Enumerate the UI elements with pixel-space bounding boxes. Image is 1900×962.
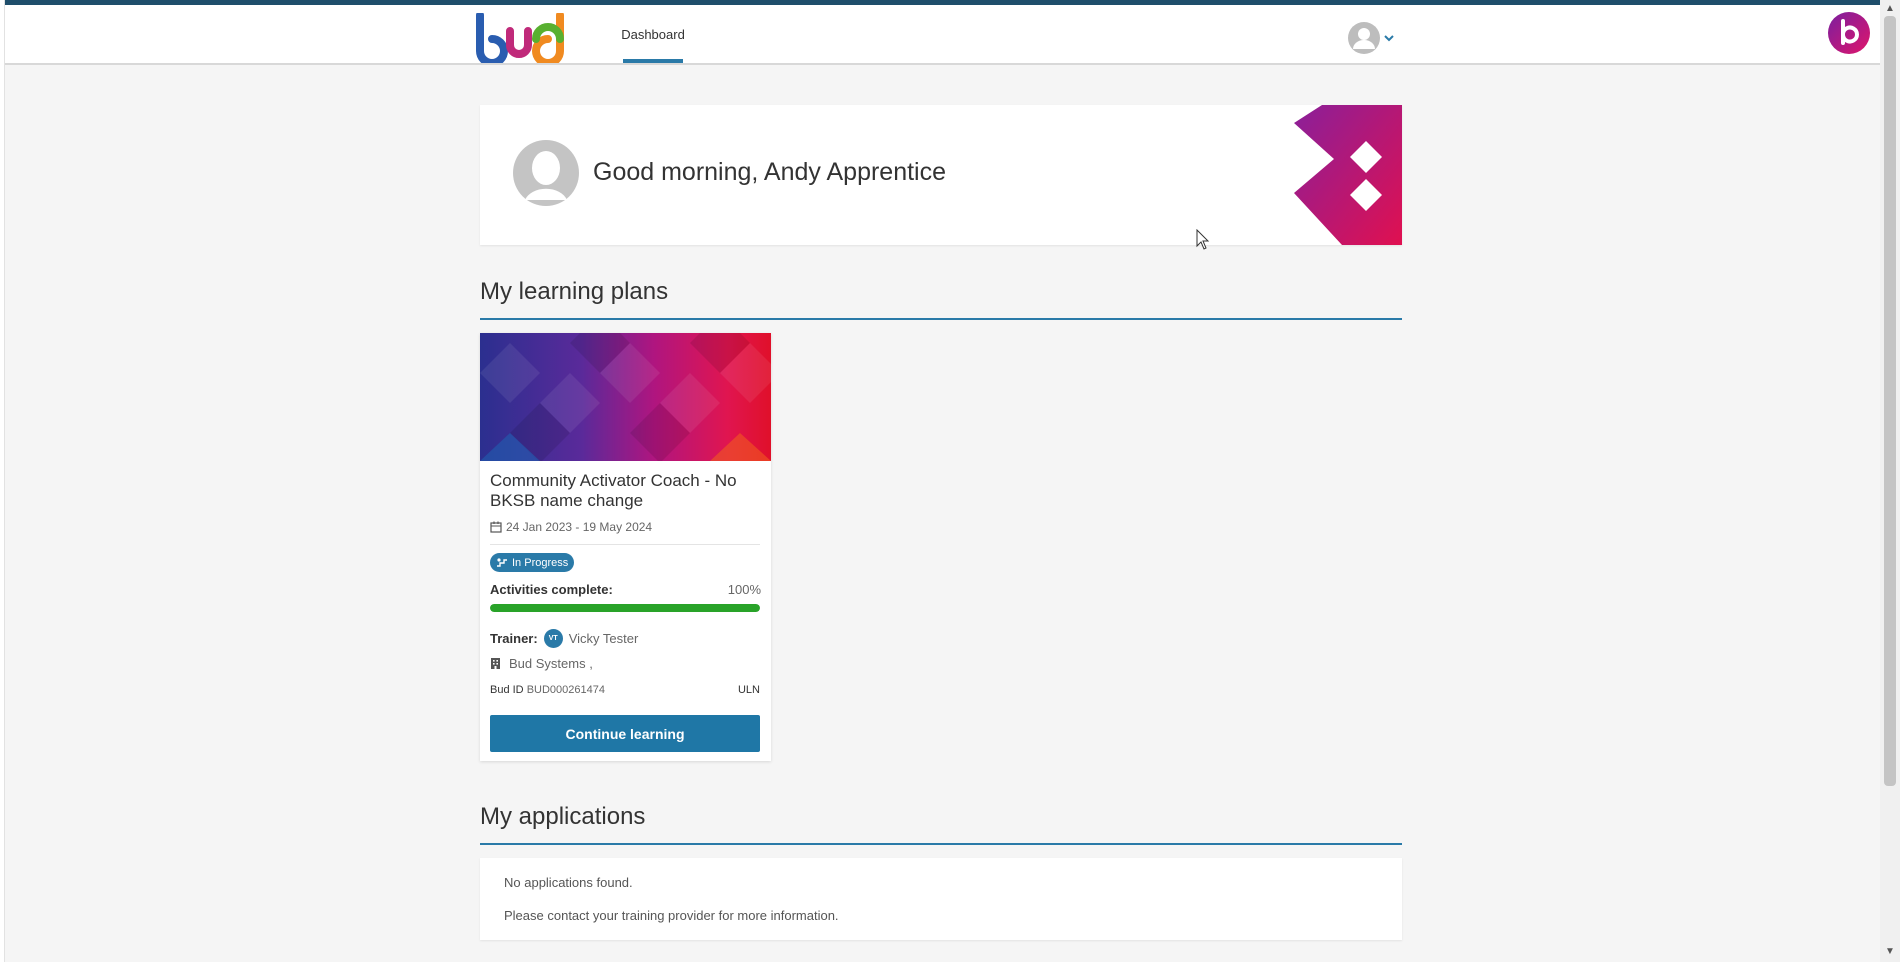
organisation-row: Bud Systems ,	[490, 656, 593, 671]
page-scrollbar[interactable]: ▲ ▼	[1880, 0, 1900, 962]
plan-banner-image	[480, 333, 771, 461]
learning-plan-card[interactable]: Community Activator Coach - No BKSB name…	[480, 333, 771, 761]
applications-title: My applications	[480, 803, 646, 830]
organisation-name: Bud Systems ,	[509, 656, 593, 671]
brand-b-icon[interactable]	[1826, 10, 1872, 56]
trainer-avatar: VT	[543, 629, 563, 648]
greeting-decoration-icon	[1294, 105, 1402, 245]
trainer-name: Vicky Tester	[568, 631, 639, 646]
trainer-row: Trainer: VT Vicky Tester	[490, 629, 638, 648]
activities-complete-label: Activities complete:	[490, 582, 613, 597]
chevron-down-icon	[1384, 35, 1394, 42]
bud-id-value: BUD000261474	[526, 684, 605, 696]
bud-id-row: Bud ID BUD000261474 ULN	[490, 684, 760, 696]
trainer-label: Trainer:	[490, 631, 538, 646]
activities-complete-value: 100%	[727, 582, 761, 597]
bud-logo[interactable]	[472, 13, 570, 63]
tab-dashboard-label: Dashboard	[621, 26, 685, 42]
greeting-text: Good morning, Andy Apprentice	[593, 158, 947, 186]
window-left-edge	[0, 0, 5, 962]
profile-avatar-icon	[513, 140, 579, 206]
progress-status-icon	[497, 558, 507, 567]
scrollbar-thumb[interactable]	[1884, 16, 1896, 786]
status-badge: In Progress	[490, 553, 575, 572]
contact-provider-text: Please contact your training provider fo…	[504, 908, 839, 923]
applications-card: No applications found. Please contact yo…	[480, 858, 1402, 940]
plan-dates: 24 Jan 2023 - 19 May 2024	[490, 520, 652, 534]
plan-dates-text: 24 Jan 2023 - 19 May 2024	[506, 520, 653, 534]
activities-progress-bar	[490, 604, 760, 612]
tab-dashboard[interactable]: Dashboard	[621, 5, 685, 63]
greeting-card: Good morning, Andy Apprentice	[480, 105, 1402, 245]
plan-divider	[490, 544, 760, 545]
bud-id-label: Bud ID	[490, 684, 524, 696]
user-avatar-icon	[1348, 22, 1380, 54]
activities-progress-fill	[490, 604, 760, 612]
scroll-up-arrow-icon[interactable]: ▲	[1885, 3, 1895, 14]
learning-plans-title: My learning plans	[480, 278, 669, 305]
plan-title: Community Activator Coach - No BKSB name…	[490, 471, 737, 510]
learning-plans-divider	[480, 318, 1402, 320]
status-badge-label: In Progress	[512, 556, 569, 569]
building-icon	[491, 658, 500, 669]
calendar-icon	[490, 521, 502, 533]
user-menu[interactable]	[1347, 21, 1395, 55]
uln-label: ULN	[737, 684, 760, 696]
continue-learning-button[interactable]: Continue learning	[490, 715, 760, 752]
top-header: Dashboard	[5, 5, 1880, 65]
scroll-down-arrow-icon[interactable]: ▼	[1885, 946, 1895, 957]
no-applications-text: No applications found.	[504, 875, 633, 890]
mouse-cursor-icon	[1196, 229, 1210, 250]
applications-divider	[480, 843, 1402, 845]
